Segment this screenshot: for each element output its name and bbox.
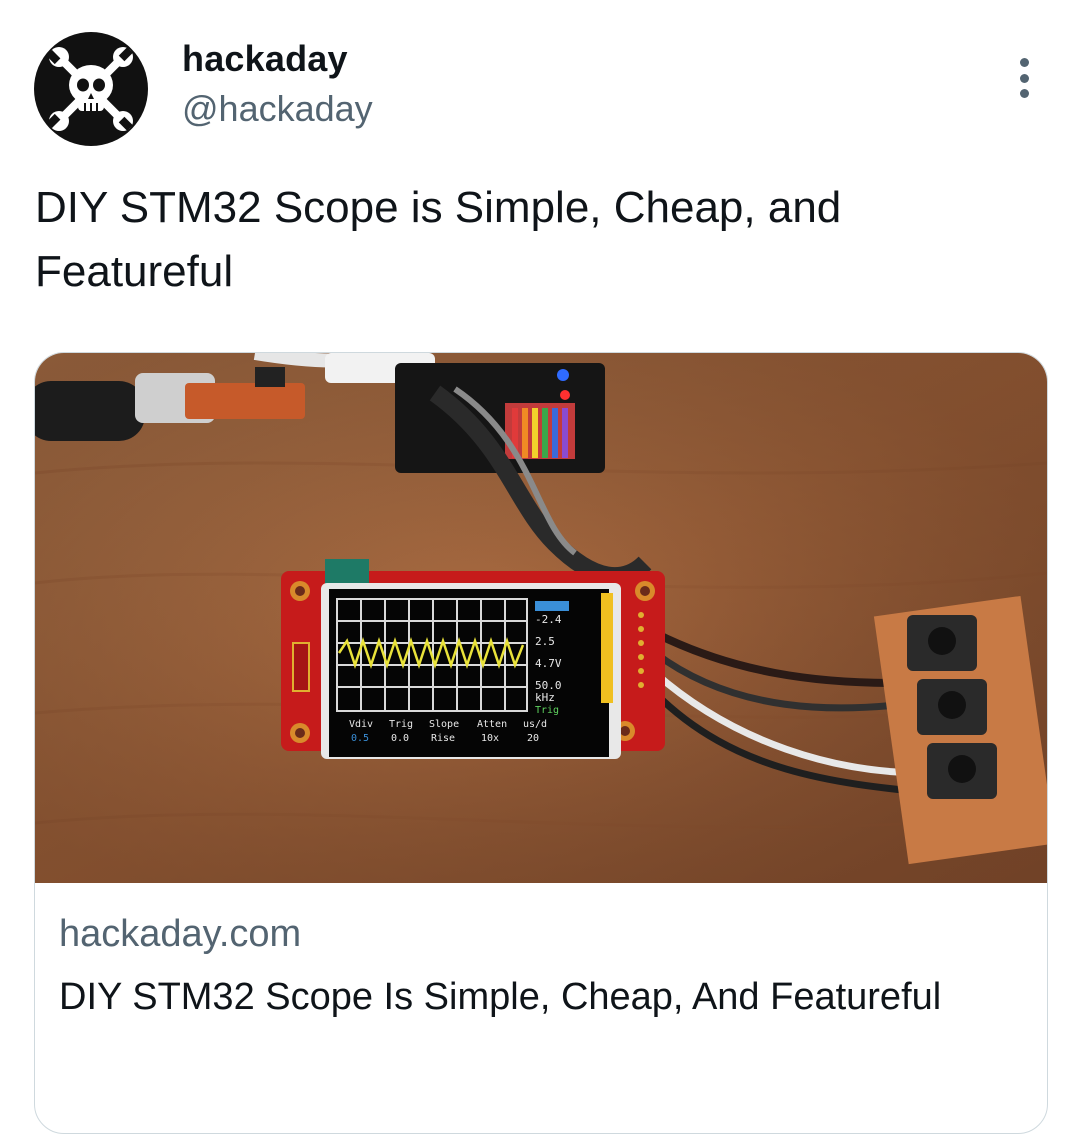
screen-side-4: kHz xyxy=(535,691,555,704)
screen-value-0: 0.5 xyxy=(351,733,369,744)
more-options-icon[interactable] xyxy=(1004,56,1044,100)
author-handle[interactable]: @hackaday xyxy=(182,88,373,130)
screen-value-2: Rise xyxy=(431,733,455,744)
screen-value-1: 0.0 xyxy=(391,733,409,744)
screen-label-1: Trig xyxy=(389,719,413,730)
card-image[interactable]: -2.4 2.5 4.7V 50.0 kHz Trig Vdiv Trig Sl… xyxy=(35,353,1047,883)
skull-wrenches-icon xyxy=(46,47,133,131)
more-dot xyxy=(1019,73,1029,83)
avatar[interactable] xyxy=(34,32,148,146)
more-dot xyxy=(1019,89,1029,98)
author-display-name[interactable]: hackaday xyxy=(182,38,348,80)
link-card[interactable]: -2.4 2.5 4.7V 50.0 kHz Trig Vdiv Trig Sl… xyxy=(34,352,1048,1134)
screen-side-2: 4.7V xyxy=(535,657,562,670)
screen-label-3: Atten xyxy=(477,719,507,730)
screen-label-4: us/d xyxy=(523,719,547,730)
screen-side-1: 2.5 xyxy=(535,635,555,648)
more-dot xyxy=(1019,58,1029,67)
screen-value-3: 10x xyxy=(481,733,499,744)
card-domain: hackaday.com xyxy=(59,913,302,955)
card-title: DIY STM32 Scope Is Simple, Cheap, And Fe… xyxy=(59,976,942,1018)
screen-side-5: Trig xyxy=(535,705,559,716)
tweet-text: DIY STM32 Scope is Simple, Cheap, and Fe… xyxy=(35,183,842,296)
screen-side-0: -2.4 xyxy=(535,613,562,626)
screen-label-2: Slope xyxy=(429,719,459,730)
screen-value-4: 20 xyxy=(527,733,539,744)
screen-label-0: Vdiv xyxy=(349,719,373,730)
